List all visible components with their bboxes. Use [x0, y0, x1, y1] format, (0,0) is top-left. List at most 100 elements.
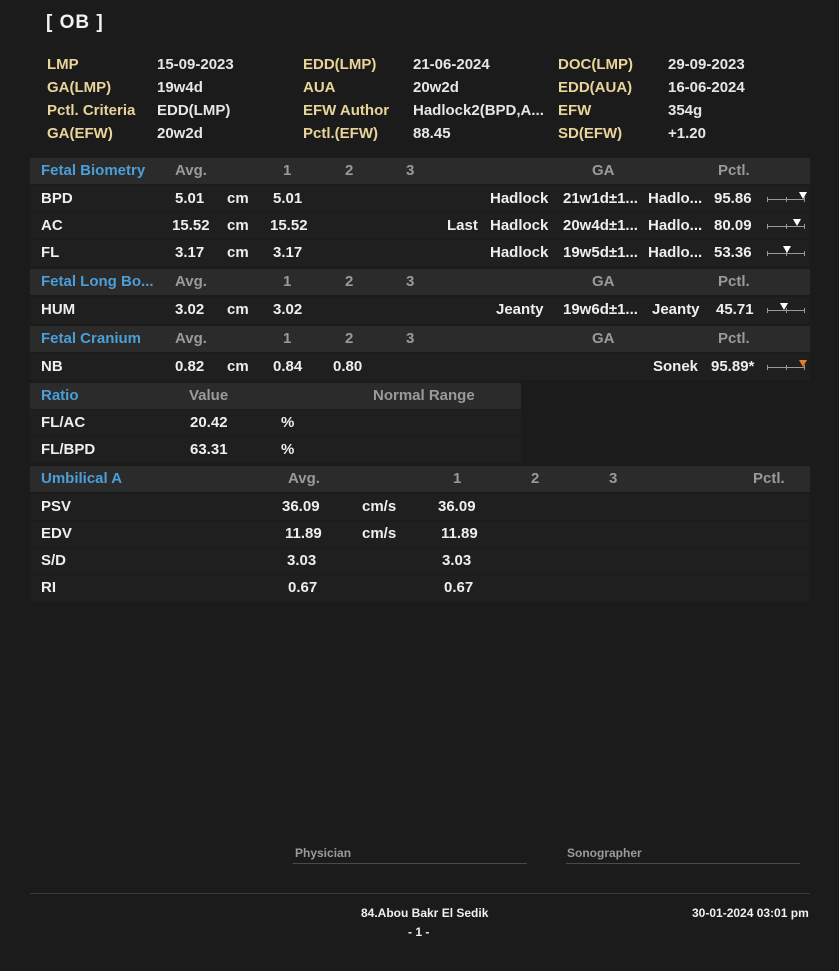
lmp-value: 15-09-2023 — [157, 56, 234, 73]
measure-avg: 0.82 — [175, 358, 205, 375]
col-2: 2 — [345, 273, 354, 290]
col-1: 1 — [283, 162, 292, 179]
ga-value: 19w5d±1... — [563, 244, 638, 261]
col-avg: Avg. — [175, 273, 207, 290]
edd-lmp-label: EDD(LMP) — [303, 56, 377, 73]
edd-aua-value: 16-06-2024 — [668, 79, 745, 96]
percentile-marker — [783, 246, 791, 253]
ga-author: Hadlock — [490, 217, 549, 234]
col-avg: Avg. — [175, 330, 207, 347]
table-row: FL 3.17 cm 3.17 Hadlock 19w5d±1... Hadlo… — [30, 240, 810, 266]
col-pctl: Pctl. — [718, 273, 750, 290]
percentile-marker — [780, 303, 788, 310]
col-ga: GA — [592, 162, 615, 179]
efw-label: EFW — [558, 102, 592, 119]
ga-value: 20w4d±1... — [563, 217, 638, 234]
percentile-marker — [799, 192, 807, 199]
measure-value-1: 3.17 — [273, 244, 303, 261]
measure-value-1: 0.67 — [444, 579, 474, 596]
measure-value-1: 15.52 — [270, 217, 308, 234]
aua-label: AUA — [303, 79, 336, 96]
ga-value: 21w1d±1... — [563, 190, 638, 207]
measure-name: RI — [41, 579, 56, 596]
measure-unit: cm/s — [362, 498, 397, 515]
table-row: NB 0.82 cm 0.84 0.80 Sonek 95.89* — [30, 354, 810, 380]
report-title: [ OB ] — [46, 12, 104, 33]
measure-value-1: 11.89 — [441, 525, 478, 542]
measure-value-1: 3.02 — [273, 301, 303, 318]
ga-lmp-label: GA(LMP) — [47, 79, 112, 96]
col-pctl: Pctl. — [753, 470, 785, 487]
biometry-header: Fetal Biometry Avg. 1 2 3 GA Pctl. — [30, 158, 810, 184]
table-row: EDV 11.89 cm/s 11.89 — [30, 521, 810, 547]
col-1: 1 — [283, 330, 292, 347]
ga-author: Jeanty — [496, 301, 544, 318]
efw-author-label: EFW Author — [303, 102, 390, 119]
col-2: 2 — [531, 470, 540, 487]
pctl-value: 95.86 — [714, 190, 752, 207]
ga-lmp-value: 19w4d — [157, 79, 203, 96]
section-title: Fetal Cranium — [41, 330, 142, 347]
measure-value-1: 3.03 — [442, 552, 472, 569]
pctl-efw-label: Pctl.(EFW) — [303, 125, 378, 142]
aua-value: 20w2d — [413, 79, 459, 96]
measure-avg: 3.17 — [175, 244, 205, 261]
measure-unit: cm — [227, 190, 249, 207]
ga-efw-label: GA(EFW) — [47, 125, 113, 142]
pctl-value: 80.09 — [714, 217, 752, 234]
longbone-header: Fetal Long Bo... Avg. 1 2 3 GA Pctl. — [30, 269, 810, 295]
ratio-value: 63.31 — [190, 441, 228, 458]
measure-value-2: 0.80 — [333, 358, 363, 375]
edd-lmp-value: 21-06-2024 — [413, 56, 490, 73]
edd-aua-label: EDD(AUA) — [558, 79, 633, 96]
section-title: Fetal Biometry — [41, 162, 146, 179]
footer-divider — [30, 893, 810, 894]
sonographer-label: Sonographer — [567, 846, 642, 860]
measure-value-1: 0.84 — [273, 358, 303, 375]
col-1: 1 — [453, 470, 462, 487]
pctl-author: Hadlo... — [648, 244, 703, 261]
doc-lmp-value: 29-09-2023 — [668, 56, 745, 73]
percentile-trend — [767, 360, 807, 372]
measure-name: FL — [41, 244, 60, 261]
physician-label: Physician — [295, 846, 352, 860]
sonographer-signature-line — [566, 863, 800, 864]
measure-name: PSV — [41, 498, 72, 515]
percentile-trend — [767, 219, 805, 231]
table-row: BPD 5.01 cm 5.01 Hadlock 21w1d±1... Hadl… — [30, 186, 810, 212]
measure-avg: 36.09 — [282, 498, 320, 515]
measure-avg: 3.02 — [175, 301, 205, 318]
measure-unit: cm/s — [362, 525, 397, 542]
col-3: 3 — [406, 330, 415, 347]
pctl-author: Sonek — [653, 358, 699, 375]
col-pctl: Pctl. — [718, 162, 750, 179]
measure-value-1: 36.09 — [438, 498, 476, 515]
col-1: 1 — [283, 273, 292, 290]
physician-signature-line — [293, 863, 527, 864]
table-row: FL/AC 20.42 % — [30, 410, 521, 436]
measure-name: AC — [41, 217, 63, 234]
measure-unit: cm — [227, 358, 249, 375]
measure-avg: 15.52 — [172, 217, 210, 234]
ratio-value: 20.42 — [190, 414, 228, 431]
ratio-name: FL/AC — [41, 414, 86, 431]
table-row: RI 0.67 0.67 — [30, 575, 810, 601]
lmp-label: LMP — [47, 56, 79, 73]
measure-name: S/D — [41, 552, 67, 569]
measure-name: EDV — [41, 525, 72, 542]
report-datetime: 30-01-2024 03:01 pm — [692, 906, 809, 920]
col-3: 3 — [406, 162, 415, 179]
table-row: AC 15.52 cm 15.52 Last Hadlock 20w4d±1..… — [30, 213, 810, 239]
pctl-criteria-value: EDD(LMP) — [157, 102, 231, 119]
col-ga: GA — [592, 330, 615, 347]
pctl-efw-value: 88.45 — [413, 125, 451, 142]
pctl-author: Hadlo... — [648, 190, 703, 207]
sd-efw-value: +1.20 — [668, 125, 706, 142]
measure-unit: cm — [227, 217, 249, 234]
measure-avg: 5.01 — [175, 190, 205, 207]
ga-efw-value: 20w2d — [157, 125, 203, 142]
table-row: HUM 3.02 cm 3.02 Jeanty 19w6d±1... Jeant… — [30, 297, 810, 323]
ratio-name: FL/BPD — [41, 441, 96, 458]
pctl-criteria-label: Pctl. Criteria — [47, 102, 136, 119]
ga-author: Hadlock — [490, 190, 549, 207]
